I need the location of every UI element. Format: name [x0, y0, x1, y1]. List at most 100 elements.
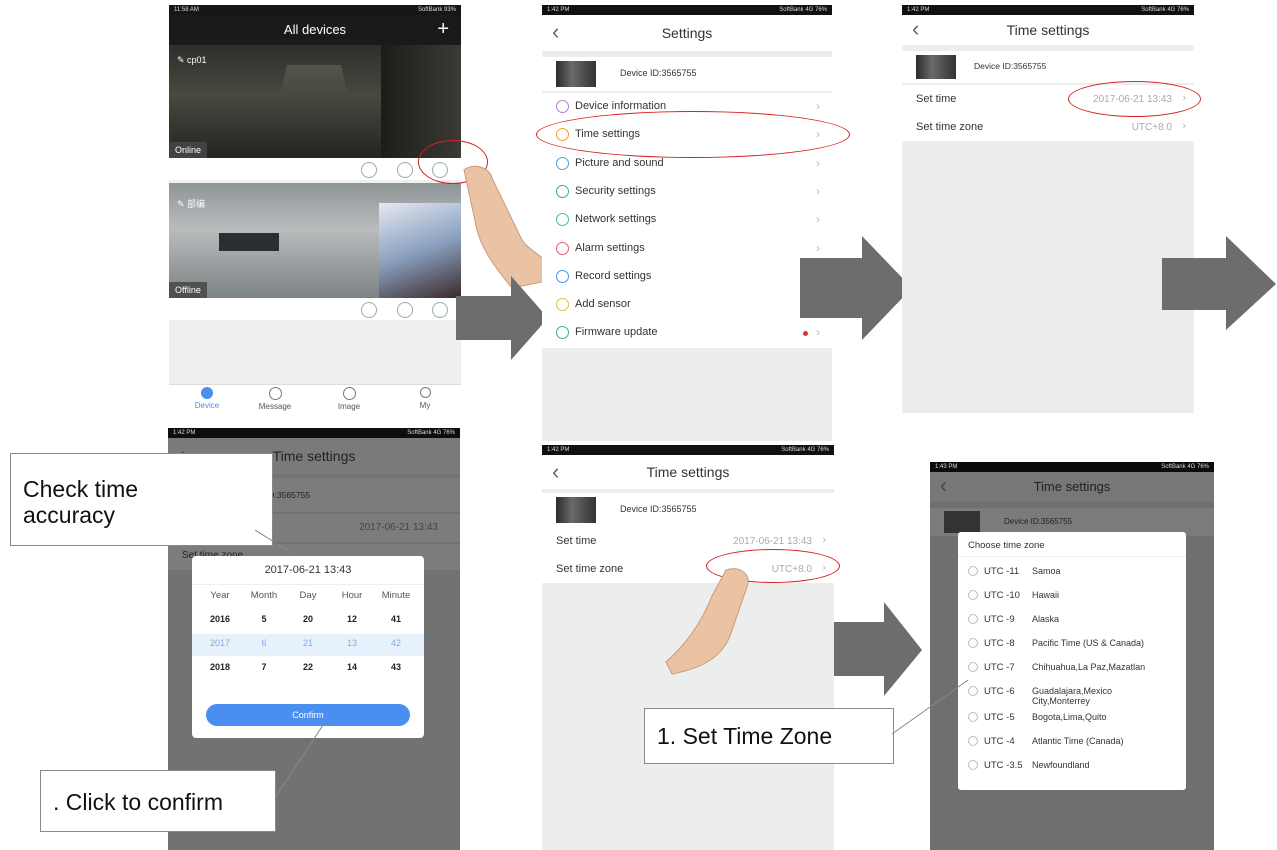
- time-zone-offset: UTC -7: [984, 662, 1015, 673]
- time-zone-name: Atlantic Time (Canada): [1032, 736, 1124, 746]
- time-zone-option[interactable]: UTC -7 Chihuahua,La Paz,Mazatlan: [968, 662, 1180, 673]
- callout-text-line2: accuracy: [23, 502, 116, 528]
- status-right: SoftBank 4G 76%: [1161, 464, 1209, 470]
- tab-my[interactable]: My: [405, 387, 445, 410]
- camera-name-2[interactable]: ✎ 部编: [177, 197, 205, 210]
- status-bar: 11:58 AM SoftBank 93%: [169, 5, 461, 15]
- picker-grid[interactable]: Year Month Day Hour Minute 2016 5 20 12 41 2017 6 21…: [192, 590, 424, 690]
- page-title: Time settings: [1006, 22, 1090, 38]
- picker-cell[interactable]: 13: [330, 638, 374, 648]
- set-time-zone-label: Set time zone: [916, 121, 984, 133]
- page-title: Time settings: [646, 464, 730, 480]
- picker-cell[interactable]: 20: [286, 614, 330, 624]
- plus-icon[interactable]: +: [437, 15, 449, 43]
- time-zone-option[interactable]: UTC -3.5 Newfoundland: [968, 760, 1180, 771]
- page-title: Settings: [661, 25, 713, 41]
- radio-icon: [968, 590, 978, 601]
- callout-text: . Click to confirm: [53, 789, 223, 815]
- menu-item-firmware-update[interactable]: Firmware update ›: [542, 319, 832, 348]
- menu-item-network-settings[interactable]: Network settings ›: [542, 206, 832, 235]
- picker-cell[interactable]: 41: [374, 614, 418, 624]
- picker-cell[interactable]: 22: [286, 662, 330, 672]
- picker-cell[interactable]: 14: [330, 662, 374, 672]
- tab-image[interactable]: Image: [329, 387, 369, 411]
- callout-set-time-zone: 1. Set Time Zone: [644, 708, 894, 764]
- chevron-right-icon: ›: [816, 99, 820, 113]
- highlight-ellipse: [1068, 81, 1201, 117]
- set-time-zone-row[interactable]: Set time zone UTC+8.0 ›: [902, 113, 1194, 141]
- alarm-icon[interactable]: [361, 162, 377, 178]
- picker-cell[interactable]: 5: [242, 614, 286, 624]
- set-time-zone-label: Set time zone: [556, 563, 624, 575]
- time-zone-name: Guadalajara,Mexico City,Monterrey: [1032, 686, 1113, 706]
- menu-item-record-settings[interactable]: Record settings›: [542, 262, 832, 291]
- header-bar: All devices +: [169, 15, 461, 45]
- set-time-value: 2017-06-21 13:43: [733, 536, 812, 547]
- set-time-zone-value: UTC+8.0: [1131, 122, 1172, 133]
- panel-all-devices: 11:58 AM SoftBank 93% All devices + ✎ cp0…: [169, 5, 461, 415]
- time-zone-name: Pacific Time (US & Canada): [1032, 638, 1145, 648]
- status-time: 1:42 PM: [547, 447, 570, 453]
- page-title: All devices: [283, 22, 347, 37]
- picker-cell[interactable]: 43: [374, 662, 418, 672]
- picker-column-header: Month: [250, 590, 278, 601]
- time-zone-option[interactable]: UTC -9 Alaska: [968, 614, 1180, 625]
- status-time: 1:42 PM: [907, 7, 930, 13]
- time-zone-option[interactable]: UTC -11 Samoa: [968, 566, 1180, 577]
- picker-cell[interactable]: 21: [286, 638, 330, 648]
- settings-icon[interactable]: [432, 302, 448, 318]
- tab-bar: Device Message Image My: [169, 384, 461, 415]
- status-bar: 1:42 PM SoftBank 4G 76%: [542, 445, 834, 455]
- tab-device[interactable]: Device: [187, 387, 227, 410]
- tab-message[interactable]: Message: [255, 387, 295, 411]
- picker-cell[interactable]: 2018: [198, 662, 242, 672]
- playback-icon[interactable]: [397, 162, 413, 178]
- device-icon: [201, 387, 213, 399]
- device-thumbnail: [556, 497, 596, 523]
- status-bar: 1:42 PM SoftBank 4G 76%: [542, 5, 832, 15]
- corridor-image: [269, 65, 359, 145]
- picker-cell[interactable]: 2017: [198, 638, 242, 648]
- status-right: SoftBank 93%: [417, 7, 456, 13]
- time-zone-option[interactable]: UTC -5 Bogota,Lima,Quito: [968, 712, 1180, 723]
- time-zone-option[interactable]: UTC -10 Hawaii: [968, 590, 1180, 601]
- time-zone-offset: UTC -11: [984, 566, 1020, 577]
- status-bar: 1:42 PM SoftBank 4G 76%: [902, 5, 1194, 15]
- picker-cell[interactable]: 12: [330, 614, 374, 624]
- picker-cell[interactable]: 2016: [198, 614, 242, 624]
- camera-name-1[interactable]: ✎ cp01: [177, 55, 207, 66]
- chevron-right-icon: ›: [816, 155, 820, 170]
- camera-feed-1[interactable]: ✎ cp01 Online: [169, 45, 461, 158]
- status-bar: 1:43 PM SoftBank 4G 76%: [930, 462, 1214, 472]
- camera-2-controls: [169, 298, 461, 320]
- picker-cell[interactable]: 6: [242, 638, 286, 648]
- status-badge: Offline: [169, 282, 207, 298]
- time-zone-option[interactable]: UTC -4 Atlantic Time (Canada): [968, 736, 1180, 747]
- device-thumbnail: [916, 55, 956, 79]
- picker-cell[interactable]: 42: [374, 638, 418, 648]
- picker-cell[interactable]: 7: [242, 662, 286, 672]
- device-header: Device ID:3565755: [542, 493, 834, 527]
- record-icon: [556, 269, 569, 283]
- time-zone-name: Alaska: [1032, 614, 1060, 624]
- playback-icon[interactable]: [397, 302, 413, 318]
- message-icon: [268, 387, 282, 400]
- date-picker-dialog: 2017-06-21 13:43 Year Month Day Hour Minute 2…: [192, 556, 424, 738]
- time-zone-option[interactable]: UTC -6 Guadalajara,Mexico City,Monterrey: [968, 686, 1180, 706]
- camera-feed-2[interactable]: ✎ 部编 Offline: [169, 183, 461, 298]
- time-zone-option[interactable]: UTC -8 Pacific Time (US & Canada): [968, 638, 1180, 649]
- radio-icon: [968, 662, 978, 673]
- chevron-right-icon: ›: [816, 183, 820, 198]
- device-thumbnail: [944, 511, 980, 533]
- picker-column-header: Year: [210, 590, 230, 601]
- menu-item-security-settings[interactable]: Security settings ›: [542, 177, 832, 206]
- time-zone-name: Hawaii: [1032, 590, 1060, 600]
- menu-item-add-sensor[interactable]: Add sensor›: [542, 291, 832, 320]
- person-icon: [419, 387, 431, 398]
- edit-icon: ✎: [177, 199, 188, 209]
- menu-item-alarm-settings[interactable]: Alarm settings ›: [542, 234, 832, 263]
- alarm-icon[interactable]: [361, 302, 377, 318]
- time-zone-offset: UTC -3.5: [984, 760, 1023, 771]
- dialog-divider: [958, 556, 1186, 557]
- callout-check-time: Check time accuracy: [10, 453, 273, 546]
